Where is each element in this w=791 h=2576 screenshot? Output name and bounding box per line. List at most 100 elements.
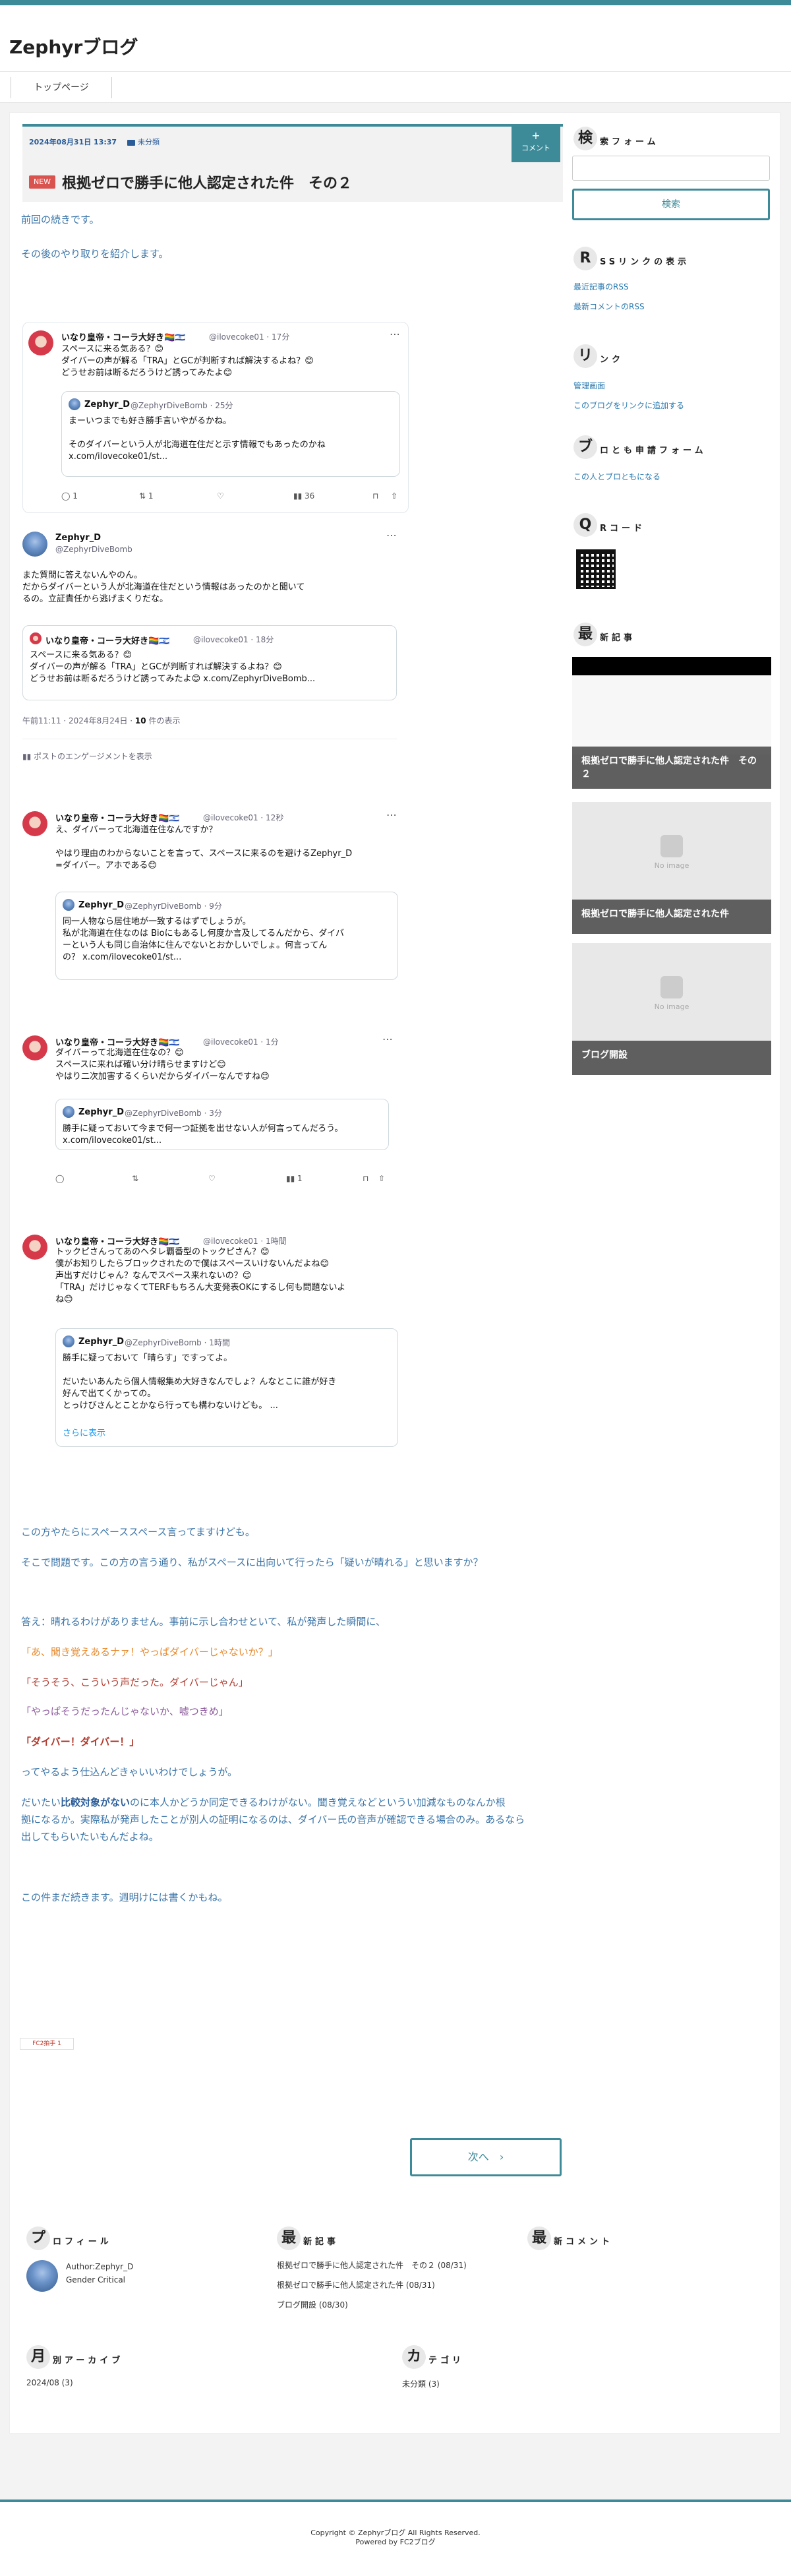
- tweet-handle: @ZephyrDiveBomb: [55, 545, 132, 554]
- heading-text: Rコード: [600, 524, 646, 534]
- quoted-handle: @ilovecoke01 · 18分: [193, 635, 274, 644]
- heading-text: 新コメント: [554, 2237, 614, 2247]
- tweet-author-name: いなり皇帝・コーラ大好き🏳️‍🌈🇮🇱: [55, 1237, 180, 1247]
- quote-line: 「あ、聞き覚えあるナァ！やっぱダイバーじゃないか？」: [21, 1646, 278, 1658]
- rss-link-comments[interactable]: 最新コメントのRSS: [573, 301, 645, 312]
- recent-post-card-2[interactable]: No image 根拠ゼロで勝手に他人認定された件: [572, 802, 771, 934]
- quoted-body: 同一人物なら居住地が一致するはずでしょうが。 私が北海道在住なのは Bioにもあ…: [63, 917, 344, 962]
- recent-post-card-1[interactable]: 根拠ゼロで勝手に他人認定された件 その２: [572, 657, 771, 789]
- nav-home[interactable]: トップページ: [11, 77, 112, 98]
- top-accent-bar: [0, 0, 791, 5]
- quoted-body: まーいつまでも好き勝手言いやがるかね。 そのダイバーという人が北海道在住だと示す…: [69, 416, 326, 462]
- card-title: ブログ開設: [572, 1041, 771, 1075]
- paragraph: 答え：晴れるわけがありません。事前に示し合わせといて、私が発声した瞬間に、: [21, 1616, 386, 1628]
- retweet-icon[interactable]: ⇅ 1: [139, 491, 154, 501]
- share-icon[interactable]: ⇧: [391, 491, 397, 501]
- bookmark-icon[interactable]: ⊓: [372, 491, 378, 501]
- quoted-tweet[interactable]: いなり皇帝・コーラ大好き🏳️‍🌈🇮🇱 @ilovecoke01 · 18分 スペ…: [22, 625, 397, 700]
- heading-initial: 最: [277, 2226, 301, 2250]
- site-title[interactable]: Zephyrブログ: [9, 33, 138, 59]
- global-nav: トップページ: [0, 71, 791, 103]
- powered-by: Powered by FC2ブログ: [355, 2538, 436, 2546]
- retweet-icon[interactable]: ⇅: [132, 1174, 138, 1183]
- tweet-handle: @ilovecoke01 · 1時間: [203, 1237, 287, 1246]
- avatar: [30, 632, 42, 644]
- footer-recent-item[interactable]: 根拠ゼロで勝手に他人認定された件 その２ (08/31): [277, 2259, 467, 2271]
- footer-recent-item[interactable]: ブログ開設 (08/30): [277, 2299, 348, 2310]
- quoted-tweet[interactable]: Zephyr_D @ZephyrDiveBomb · 9分 同一人物なら居住地が…: [55, 892, 398, 980]
- friend-request-link[interactable]: この人とブロともになる: [573, 471, 660, 482]
- retweet-count: 1: [148, 491, 154, 501]
- engagement-link[interactable]: ▮▮ ポストのエンゲージメントを表示: [22, 751, 152, 762]
- embedded-tweet-5[interactable]: いなり皇帝・コーラ大好き🏳️‍🌈🇮🇱 @ilovecoke01 · 1時間 トッ…: [20, 1229, 409, 1454]
- card-title: 根拠ゼロで勝手に他人認定された件 その２: [572, 747, 771, 789]
- avatar: [28, 330, 53, 355]
- profile-author: Author:Zephyr_D: [66, 2262, 134, 2271]
- rss-link-posts[interactable]: 最近記事のRSS: [573, 281, 629, 292]
- quoted-tweet[interactable]: Zephyr_D @ZephyrDiveBomb · 1時間 勝手に疑っておいて…: [55, 1328, 398, 1447]
- embedded-tweet-2[interactable]: Zephyr_D @ZephyrDiveBomb ⋯ また質問に答えないんやのん…: [20, 526, 409, 773]
- quoted-author-name: いなり皇帝・コーラ大好き🏳️‍🌈🇮🇱: [45, 636, 170, 646]
- tweet-body: トックピさんってあのヘタレ覇番型のトックピさん？😊 僕がお知りしたらブロックされ…: [55, 1247, 346, 1304]
- reply-icon[interactable]: ◯ 1: [61, 491, 78, 501]
- intro-link[interactable]: 前回の続きです。: [21, 212, 100, 226]
- like-icon[interactable]: ♡: [217, 491, 224, 501]
- tweet-actions: ◯ ⇅ ♡ ▮▮ 1 ⊓ ⇧: [55, 1174, 385, 1186]
- archive-item[interactable]: 2024/08 (3): [26, 2378, 73, 2387]
- show-more-link[interactable]: さらに表示: [63, 1428, 105, 1440]
- bookmark-icon[interactable]: ⊓: [363, 1174, 368, 1183]
- embedded-tweet-1[interactable]: いなり皇帝・コーラ大好き🏳️‍🌈🇮🇱 @ilovecoke01 · 17分 ⋯ …: [22, 322, 409, 513]
- quoted-handle: @ZephyrDiveBomb · 25分: [131, 401, 233, 410]
- heading-text: 別アーカイブ: [53, 2356, 124, 2366]
- views-icon[interactable]: ▮▮ 36: [293, 491, 314, 501]
- tweet-author-name: いなり皇帝・コーラ大好き🏳️‍🌈🇮🇱: [61, 333, 186, 343]
- site-footer: Copyright © Zephyrブログ All Rights Reserve…: [0, 2502, 791, 2576]
- quote-line: 「そうそう、こういう声だった。ダイバーじゃん」: [21, 1676, 249, 1688]
- views-count: 36: [305, 491, 315, 501]
- tweet-body: また質問に答えないんやのん。 だからダイバーという人が北海道在住だという情報はあ…: [22, 570, 305, 604]
- add-link-link[interactable]: このブログをリンクに追加する: [573, 400, 684, 411]
- post-category[interactable]: 未分類: [127, 137, 160, 147]
- tweet-handle: @ilovecoke01 · 12秒: [203, 813, 284, 822]
- admin-link[interactable]: 管理画面: [573, 380, 605, 391]
- share-icon[interactable]: ⇧: [378, 1174, 385, 1183]
- reply-icon[interactable]: ◯: [55, 1174, 64, 1183]
- search-button[interactable]: 検索: [572, 189, 770, 220]
- embedded-tweet-4[interactable]: いなり皇帝・コーラ大好き🏳️‍🌈🇮🇱 @ilovecoke01 · 1分 ⋯ ダ…: [20, 1030, 393, 1196]
- views-label: 件の表示: [146, 716, 181, 725]
- text-span: だいたい: [21, 1796, 61, 1808]
- quoted-tweet[interactable]: Zephyr_D @ZephyrDiveBomb · 25分 まーいつまでも好き…: [61, 391, 400, 477]
- quoted-body: スペースに来る気ある？😊 ダイバーの声が解る「TRA」とGCが判断すれば解決する…: [30, 650, 316, 684]
- comment-button[interactable]: コメント: [512, 124, 560, 162]
- embedded-tweet-3[interactable]: いなり皇帝・コーラ大好き🏳️‍🌈🇮🇱 @ilovecoke01 · 12秒 ⋯ …: [20, 806, 409, 997]
- next-page-button[interactable]: 次へ ›: [410, 2138, 562, 2176]
- folder-icon: [127, 139, 135, 146]
- fc2-clap-button[interactable]: FC2拍手 1: [20, 2038, 74, 2050]
- avatar: [22, 532, 47, 557]
- paragraph: ってやるよう仕込んどきゃいいわけでしょうが。: [21, 1766, 238, 1778]
- more-icon[interactable]: ⋯: [386, 809, 397, 821]
- more-icon[interactable]: ⋯: [390, 328, 400, 340]
- tweet-body: ダイバーって北海道在住なの？😊 スペースに来れば確い分け晴らせますけど😊 やはり…: [55, 1048, 270, 1082]
- more-icon[interactable]: ⋯: [382, 1033, 393, 1045]
- new-badge: NEW: [29, 175, 55, 189]
- search-input[interactable]: [572, 156, 770, 181]
- views-icon[interactable]: ▮▮ 1: [286, 1174, 303, 1183]
- footer-recent-item[interactable]: 根拠ゼロで勝手に他人認定された件 (08/31): [277, 2279, 435, 2290]
- avatar: [63, 899, 74, 911]
- tweet-actions: ◯ 1 ⇅ 1 ♡ ▮▮ 36 ⊓ ⇧: [61, 491, 404, 503]
- no-image-placeholder: No image: [572, 976, 771, 1011]
- paragraph: この方やたらにスペーススペース言ってますけども。: [21, 1526, 255, 1538]
- tweet-handle: @ilovecoke01 · 17分: [209, 332, 290, 342]
- like-icon[interactable]: ♡: [208, 1174, 216, 1183]
- quoted-body: 勝手に疑っておいて「晴らす」ですってよ。 だいたいあんたら個人情報集め大好きなん…: [63, 1353, 337, 1411]
- heading-initial: 最: [527, 2226, 551, 2250]
- heading-text: ンク: [600, 355, 624, 365]
- no-image-icon: [660, 835, 683, 857]
- quoted-tweet[interactable]: Zephyr_D @ZephyrDiveBomb · 3分 勝手に疑っておいて今…: [55, 1099, 389, 1150]
- recent-post-card-3[interactable]: No image ブログ開設: [572, 943, 771, 1075]
- copyright: Copyright © Zephyrブログ All Rights Reserve…: [310, 2529, 481, 2537]
- tweet-handle: @ilovecoke01 · 1分: [203, 1037, 279, 1047]
- category-item[interactable]: 未分類 (3): [402, 2378, 440, 2389]
- more-icon[interactable]: ⋯: [386, 529, 397, 541]
